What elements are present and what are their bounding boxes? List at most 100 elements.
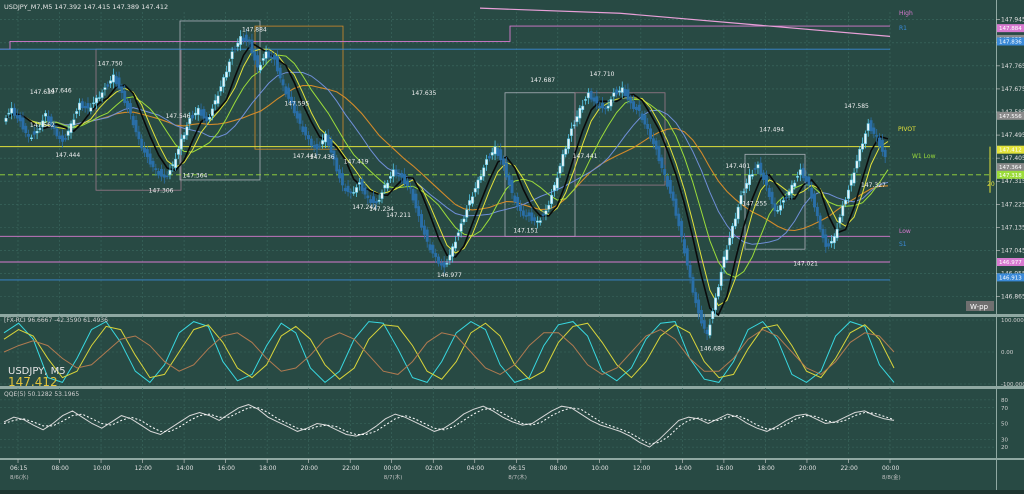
time-tick-label: 02:00 [425,465,442,472]
time-tick-label: 12:00 [633,465,650,472]
candle-body [10,107,14,114]
date-label: 8/8(金) [882,473,901,481]
time-tick-label: 18:00 [757,465,774,472]
price-tick-label: 146.865 [1001,294,1024,301]
time-tick-label: 16:00 [716,465,733,472]
date-label: 8/6(水) [10,473,29,481]
candle-body [75,111,79,114]
candle-body [451,246,455,257]
candle-body [69,123,73,133]
candle-body [510,180,514,194]
candle-body [818,215,822,230]
candle-body [567,138,571,150]
candle-body [46,116,50,122]
candle-body [846,189,850,199]
candle-body [109,80,113,84]
price-tick-label: 147.315 [1001,178,1024,185]
time-tick-label: 14:00 [176,465,193,472]
swing-low-label: 146.977 [437,272,462,279]
candle-body [13,107,16,116]
swing-low-label: 147.255 [742,201,767,208]
candle-body [236,42,240,47]
candle-body [552,184,556,191]
candle-body [72,119,76,126]
time-tick-label: 20:00 [799,465,816,472]
candle-body [796,176,799,178]
price-tick-label: 147.765 [1001,63,1024,70]
candle-body [779,205,783,211]
price-badge-label: 146.913 [999,275,1022,281]
candle-body [366,195,370,199]
swing-high-label: 147.750 [98,61,123,68]
price-badge-label: 147.318 [999,173,1022,179]
candle-body [601,102,604,109]
candle-body [454,241,457,249]
candle-body [733,218,737,227]
candle-body [397,175,401,177]
candle-body [343,187,347,191]
candle-body [827,243,831,247]
swing-low-label: 147.151 [513,227,538,234]
price-tick-label: 147.135 [1001,224,1024,231]
candle-body [134,120,138,133]
candle-body [63,138,67,140]
candle-body [160,168,163,177]
candle-body [793,182,797,187]
candle-body [448,254,452,261]
candle-body [804,176,808,182]
candle-body [456,232,460,237]
time-tick-label: 00:00 [882,465,899,472]
w-pp-label: W-pp [970,303,989,311]
candle-body [309,138,313,146]
candle-body [815,206,819,217]
candle-body [106,84,110,87]
candle-body [346,185,350,192]
candle-body [256,55,260,68]
candle-body [143,147,146,153]
candle-body [216,95,220,104]
candle-body [304,126,308,136]
candle-body [411,188,415,201]
candle-body [326,135,330,146]
swing-low-label: 147.306 [149,188,174,195]
candle-body [179,138,183,150]
candle-body [555,177,559,189]
candle-body [564,148,568,155]
candle-body [372,196,375,204]
candle-body [728,237,732,246]
candle-body [145,149,149,158]
candle-body [832,236,836,244]
candle-body [674,198,678,216]
candle-body [490,152,494,156]
qqe-tick-label: 30 [1001,437,1008,443]
price-tick-label: 147.675 [1001,86,1024,93]
candle-body [773,203,777,211]
candle-body [230,51,234,60]
swing-high-label: 147.595 [284,100,309,107]
candle-body [357,182,361,185]
rci-tick-label: 100.0000 [1001,318,1024,324]
candle-body [824,234,828,247]
candle-body [569,128,573,136]
candle-body [58,135,62,140]
price-badge-label: 147.556 [999,114,1022,120]
candle-body [408,187,412,189]
candle-body [239,36,243,45]
candle-body [657,145,661,162]
candle-body [866,123,870,131]
candle-body [111,74,115,83]
time-tick-label: 04:00 [467,465,484,472]
candle-body [538,220,542,223]
candle-body [128,103,132,114]
candle-body [685,248,689,266]
qqe-tick-label: 80 [1001,398,1008,404]
candle-body [126,100,130,109]
candle-body [767,187,771,197]
candle-body [830,241,833,244]
candle-body [527,212,531,217]
candle-body [863,133,867,144]
candle-body [513,195,517,203]
candle-body [801,167,805,179]
candle-body [174,158,178,168]
candle-body [533,217,537,222]
